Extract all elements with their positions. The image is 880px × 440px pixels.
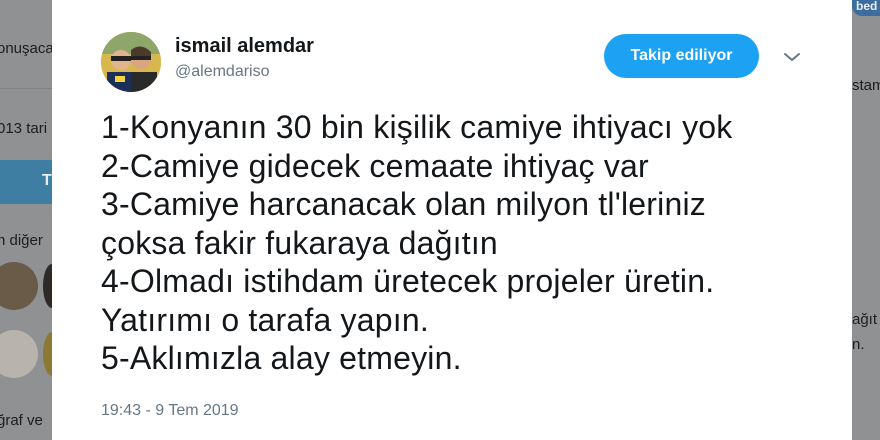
more-options-button[interactable] bbox=[782, 50, 802, 64]
background-avatar bbox=[0, 262, 38, 310]
background-logo: bed bbox=[852, 0, 880, 16]
author-avatar[interactable] bbox=[101, 32, 161, 92]
tweet-card: ismail alemdar @alemdariso Takip ediliyo… bbox=[52, 0, 852, 440]
background-right-panel: stam ağıt n. bbox=[852, 0, 880, 440]
background-avatar bbox=[0, 330, 38, 378]
tweet-line: 5-Aklımızla alay etmeyin. bbox=[101, 340, 462, 376]
avatar-photo-icon bbox=[101, 32, 161, 92]
chevron-down-icon bbox=[784, 53, 800, 61]
tweet-line: 3-Camiye harcanacak olan milyon tl'lerin… bbox=[101, 186, 706, 222]
background-button: T bbox=[0, 160, 52, 204]
background-text: stam bbox=[852, 77, 880, 94]
tweet-line: Yatırımı o tarafa yapın. bbox=[101, 301, 429, 338]
author-name[interactable]: ismail alemdar bbox=[175, 35, 314, 58]
background-text: ağıt bbox=[852, 311, 878, 328]
tweet-line: 4-Olmadı istihdam üretecek projeler üret… bbox=[101, 263, 715, 299]
author-handle[interactable]: @alemdariso bbox=[175, 63, 270, 81]
background-text: 013 tari bbox=[0, 120, 48, 137]
background-text: ğraf ve bbox=[0, 412, 43, 429]
background-text: n diğer bbox=[0, 232, 43, 249]
background-divider bbox=[0, 88, 52, 89]
background-text: n. bbox=[852, 336, 865, 353]
tweet-timestamp[interactable]: 19:43 - 9 Tem 2019 bbox=[101, 402, 239, 420]
following-button[interactable]: Takip ediliyor bbox=[604, 34, 759, 78]
tweet-line: çoksa fakir fukaraya dağıtın bbox=[101, 224, 498, 261]
tweet-text: 1-Konyanın 30 bin kişilik camiye ihtiyac… bbox=[101, 108, 831, 378]
tweet-line: 1-Konyanın 30 bin kişilik camiye ihtiyac… bbox=[101, 109, 733, 145]
tweet-line: 2-Camiye gidecek cemaate ihtiyaç var bbox=[101, 147, 649, 184]
background-left-panel: onuşaca 013 tari T n diğer ğraf ve bbox=[0, 0, 61, 440]
background-text: onuşaca bbox=[0, 40, 54, 57]
